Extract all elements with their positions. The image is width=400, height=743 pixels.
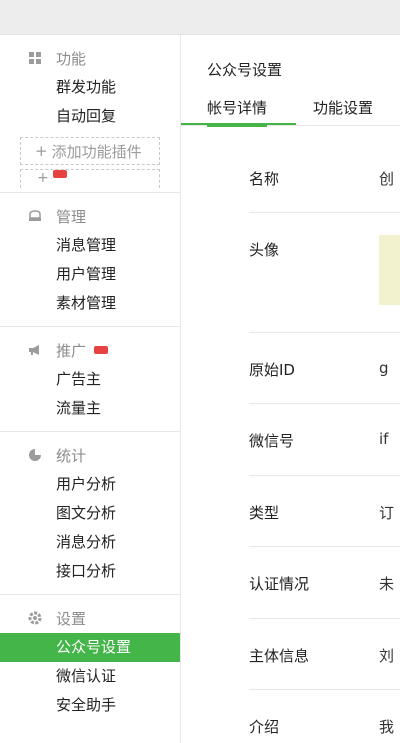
- sidebar-item-mass-send[interactable]: 群发功能: [0, 73, 180, 102]
- sidebar-section-title: 设置: [56, 609, 87, 628]
- sidebar-item-messages[interactable]: 消息管理: [0, 231, 180, 260]
- new-plugin-slot[interactable]: +: [20, 169, 160, 188]
- sidebar-item-article-analytics[interactable]: 图文分析: [0, 499, 180, 528]
- sidebar-section-features: 功能 群发功能 自动回复 + 添加功能插件 +: [0, 35, 180, 193]
- sidebar-item-user-analytics[interactable]: 用户分析: [0, 470, 180, 499]
- add-plugin-button[interactable]: + 添加功能插件: [20, 137, 160, 165]
- detail-row-wechat-id: 微信号 if: [249, 404, 400, 476]
- sidebar-section-header: 功能: [0, 43, 180, 73]
- detail-row-name: 名称 创: [249, 142, 400, 213]
- sidebar: 功能 群发功能 自动回复 + 添加功能插件 + 管理 消息管理 用户管理 素材管…: [0, 35, 181, 743]
- sidebar-item-api-analytics[interactable]: 接口分析: [0, 557, 180, 586]
- row-value: 我: [379, 718, 395, 736]
- gear-icon: [28, 611, 42, 625]
- megaphone-icon: [28, 343, 42, 357]
- sidebar-section-header: 推广: [0, 335, 180, 365]
- sidebar-item-wechat-verify[interactable]: 微信认证: [0, 662, 180, 691]
- active-tab-underline: [181, 123, 296, 125]
- row-label: 名称: [249, 170, 280, 188]
- sidebar-section-title: 推广: [56, 341, 87, 360]
- row-value: 刘: [379, 647, 395, 665]
- detail-row-type: 类型 订: [249, 476, 400, 547]
- row-value: 创: [379, 170, 395, 188]
- row-label: 微信号: [249, 432, 295, 450]
- tab-feature-settings[interactable]: 功能设置: [313, 93, 373, 125]
- sidebar-item-security-assistant[interactable]: 安全助手: [0, 691, 180, 720]
- chat-icon: [28, 209, 42, 223]
- top-bar: [0, 0, 400, 35]
- plus-icon: +: [37, 170, 49, 186]
- sidebar-item-users[interactable]: 用户管理: [0, 260, 180, 289]
- sidebar-section-header: 设置: [0, 603, 180, 633]
- sidebar-item-advertiser[interactable]: 广告主: [0, 365, 180, 394]
- avatar[interactable]: [379, 235, 400, 305]
- sidebar-section-settings: 设置 公众号设置 微信认证 安全助手: [0, 595, 180, 728]
- account-details-table: 名称 创 头像 原始ID g 微信号 if 类型 订 认证情况 未 主体信息 刘…: [249, 142, 400, 743]
- main-panel: 公众号设置 帐号详情 功能设置 名称 创 头像 原始ID g 微信号 if 类型…: [181, 35, 400, 743]
- row-label: 头像: [249, 241, 280, 259]
- row-label: 原始ID: [249, 361, 295, 379]
- detail-row-verification: 认证情况 未: [249, 547, 400, 619]
- detail-row-avatar: 头像: [249, 213, 400, 333]
- sidebar-section-manage: 管理 消息管理 用户管理 素材管理: [0, 193, 180, 327]
- row-label: 类型: [249, 504, 280, 522]
- row-value: if: [379, 430, 389, 448]
- page-title: 公众号设置: [207, 61, 283, 79]
- sidebar-item-materials[interactable]: 素材管理: [0, 289, 180, 318]
- sidebar-section-title: 功能: [56, 49, 87, 68]
- row-value: g: [379, 359, 389, 377]
- sidebar-section-title: 管理: [56, 207, 87, 226]
- sidebar-section-promotion: 推广 广告主 流量主: [0, 327, 180, 432]
- grid-icon: [28, 51, 42, 65]
- sidebar-item-auto-reply[interactable]: 自动回复: [0, 102, 180, 131]
- sidebar-section-header: 统计: [0, 440, 180, 470]
- new-badge-icon: [52, 170, 67, 178]
- sidebar-item-account-settings[interactable]: 公众号设置: [0, 633, 180, 662]
- tab-account-details[interactable]: 帐号详情: [207, 93, 268, 127]
- plus-icon: +: [35, 142, 48, 160]
- sidebar-section-statistics: 统计 用户分析 图文分析 消息分析 接口分析: [0, 432, 180, 595]
- sidebar-section-title: 统计: [56, 446, 87, 465]
- sidebar-item-publisher[interactable]: 流量主: [0, 394, 180, 423]
- row-value: 订: [379, 504, 395, 522]
- row-label: 认证情况: [249, 575, 310, 593]
- add-plugin-label: 添加功能插件: [51, 142, 142, 161]
- row-value: 未: [379, 575, 395, 593]
- sidebar-section-header: 管理: [0, 201, 180, 231]
- pie-chart-icon: [28, 448, 42, 462]
- row-label: 主体信息: [249, 647, 310, 665]
- detail-row-original-id: 原始ID g: [249, 333, 400, 404]
- row-label: 介绍: [249, 718, 280, 736]
- tab-bar: 帐号详情 功能设置: [181, 93, 400, 127]
- new-badge-icon: [94, 346, 109, 354]
- sidebar-item-message-analytics[interactable]: 消息分析: [0, 528, 180, 557]
- detail-row-intro: 介绍 我: [249, 690, 400, 743]
- detail-row-entity-info: 主体信息 刘: [249, 619, 400, 690]
